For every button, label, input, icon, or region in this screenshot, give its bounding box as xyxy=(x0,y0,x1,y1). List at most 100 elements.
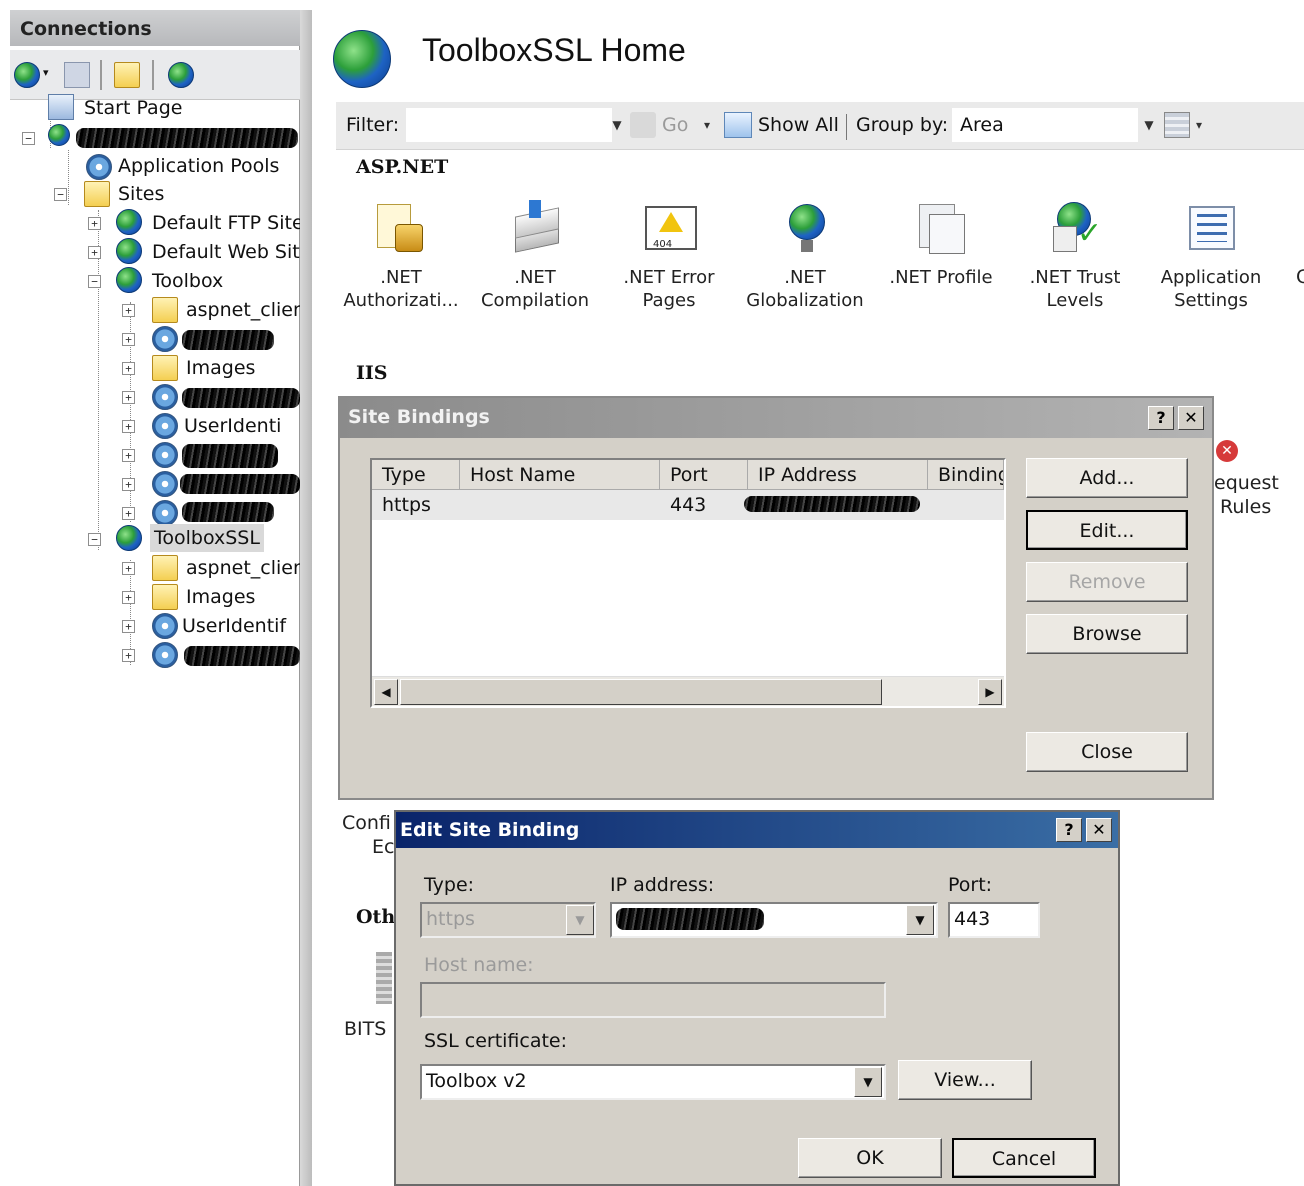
tree-toolboxssl[interactable]: ToolboxSSL xyxy=(150,524,264,552)
browse-button[interactable]: Browse xyxy=(1026,614,1188,654)
save-icon[interactable] xyxy=(64,62,90,88)
bits-label[interactable]: BITS xyxy=(344,1018,386,1040)
collapse-icon[interactable]: − xyxy=(88,533,101,546)
tree-toolbox[interactable]: Toolbox xyxy=(152,267,223,295)
ssl-dropdown-icon[interactable]: ▼ xyxy=(854,1067,882,1097)
view-certificate-button[interactable]: View... xyxy=(898,1060,1032,1100)
feature-label: Compilation xyxy=(480,290,590,311)
tree-application-pools[interactable]: Application Pools xyxy=(118,152,279,180)
up-folder-icon[interactable] xyxy=(114,62,140,88)
expand-icon[interactable]: + xyxy=(88,217,101,230)
help-button[interactable]: ? xyxy=(1148,406,1174,430)
group-by-select[interactable]: Area xyxy=(952,108,1138,142)
tree-start-page[interactable]: Start Page xyxy=(84,94,182,122)
feature-request-label[interactable]: equest xyxy=(1214,472,1279,494)
view-dropdown-icon[interactable]: ▾ xyxy=(1192,108,1206,142)
expand-icon[interactable]: + xyxy=(122,591,135,604)
scroll-left-arrow-icon[interactable]: ◀ xyxy=(374,679,398,705)
tree-default-web-site[interactable]: Default Web Site xyxy=(152,238,300,266)
show-all-button[interactable]: Show All xyxy=(758,114,839,136)
port-input[interactable]: 443 xyxy=(948,902,1040,938)
bindings-list[interactable]: Type Host Name Port IP Address Binding h… xyxy=(370,458,1006,708)
feature-net-authorization[interactable]: .NET Authorizati... xyxy=(336,200,466,312)
feature-net-profile[interactable]: .NET Profile xyxy=(876,200,1006,289)
toolbar-separator xyxy=(100,60,102,90)
expand-icon[interactable]: + xyxy=(88,246,101,259)
horizontal-scrollbar[interactable]: ◀ ▶ xyxy=(372,676,1004,706)
close-button[interactable]: Close xyxy=(1026,732,1188,772)
scrollbar-thumb[interactable] xyxy=(400,679,882,705)
scroll-right-arrow-icon[interactable]: ▶ xyxy=(978,679,1002,705)
redacted-app-name[interactable] xyxy=(182,388,300,408)
pane-splitter[interactable] xyxy=(300,10,312,1186)
connect-globe-icon[interactable] xyxy=(14,62,40,88)
cancel-button[interactable]: Cancel xyxy=(952,1138,1096,1178)
column-port[interactable]: Port xyxy=(660,460,748,490)
feature-net-compilation[interactable]: .NET Compilation xyxy=(470,200,600,312)
ip-address-dropdown-icon[interactable]: ▼ xyxy=(906,905,934,935)
go-dropdown-icon[interactable]: ▾ xyxy=(700,108,714,142)
tree-toolboxssl-images[interactable]: Images xyxy=(186,583,255,611)
feature-net-error-pages[interactable]: 404 .NET Error Pages xyxy=(604,200,734,312)
expand-icon[interactable]: + xyxy=(122,362,135,375)
redacted-app-name[interactable] xyxy=(180,474,300,494)
expand-icon[interactable]: + xyxy=(122,478,135,491)
ip-address-select[interactable] xyxy=(610,902,938,938)
collapse-icon[interactable]: − xyxy=(88,275,101,288)
tree-toolbox-aspnet-client[interactable]: aspnet_client xyxy=(186,296,300,324)
tree-toolboxssl-useridentif[interactable]: UserIdentif xyxy=(182,612,286,640)
view-mode-icon[interactable] xyxy=(1164,112,1190,138)
close-x-button[interactable]: ✕ xyxy=(1178,406,1204,430)
disconnect-icon[interactable] xyxy=(168,62,194,88)
redacted-app-name[interactable] xyxy=(184,646,300,666)
feature-label: Authorizati... xyxy=(343,290,459,311)
dropdown-arrow-icon[interactable]: ▾ xyxy=(43,66,49,79)
feature-net-globalization[interactable]: .NET Globalization xyxy=(740,200,870,312)
expand-icon[interactable]: + xyxy=(122,562,135,575)
expand-icon[interactable]: + xyxy=(122,304,135,317)
tree-toolbox-useridenti[interactable]: UserIdenti xyxy=(184,412,281,440)
feature-label: .NET Trust xyxy=(1029,267,1121,288)
type-dropdown-icon[interactable]: ▼ xyxy=(566,905,594,935)
tree-toolboxssl-aspnet-client[interactable]: aspnet_client xyxy=(186,554,300,582)
ok-button[interactable]: OK xyxy=(798,1138,942,1178)
collapse-icon[interactable]: − xyxy=(54,188,67,201)
expand-icon[interactable]: + xyxy=(122,620,135,633)
tree-toolbox-images[interactable]: Images xyxy=(186,354,255,382)
tree-default-ftp-site[interactable]: Default FTP Site xyxy=(152,209,304,237)
expand-icon[interactable]: + xyxy=(122,333,135,346)
feature-net-trust-levels[interactable]: ✓ .NET Trust Levels xyxy=(1010,200,1140,312)
config-editor-label[interactable]: Confi xyxy=(342,812,391,834)
filter-dropdown-icon[interactable]: ▼ xyxy=(610,108,624,142)
filter-input[interactable] xyxy=(406,108,612,142)
expand-icon[interactable]: + xyxy=(122,507,135,520)
show-all-icon[interactable] xyxy=(724,112,752,138)
redacted-app-name[interactable] xyxy=(182,502,274,522)
redacted-app-name[interactable] xyxy=(182,444,278,468)
column-binding[interactable]: Binding xyxy=(928,460,1004,490)
tree-sites[interactable]: Sites xyxy=(118,180,164,208)
expand-icon[interactable]: + xyxy=(122,649,135,662)
redacted-app-name[interactable] xyxy=(182,330,274,350)
go-button[interactable]: Go xyxy=(662,114,688,136)
column-type[interactable]: Type xyxy=(372,460,460,490)
edit-button[interactable]: Edit... xyxy=(1026,510,1188,550)
binoculars-icon[interactable] xyxy=(630,112,656,138)
help-button[interactable]: ? xyxy=(1056,818,1082,842)
ssl-certificate-select[interactable]: Toolbox v2 xyxy=(420,1064,886,1100)
remove-button[interactable]: Remove xyxy=(1026,562,1188,602)
collapse-icon[interactable]: − xyxy=(22,132,35,145)
host-name-input[interactable] xyxy=(420,982,886,1018)
group-by-dropdown-icon[interactable]: ▼ xyxy=(1142,108,1156,142)
add-button[interactable]: Add... xyxy=(1026,458,1188,498)
column-ip-address[interactable]: IP Address xyxy=(748,460,928,490)
feature-application-settings[interactable]: Application Settings xyxy=(1146,200,1276,312)
redacted-server-name[interactable] xyxy=(76,128,298,148)
column-host-name[interactable]: Host Name xyxy=(460,460,660,490)
expand-icon[interactable]: + xyxy=(122,449,135,462)
config-editor-label-2[interactable]: Ec xyxy=(372,836,394,858)
expand-icon[interactable]: + xyxy=(122,420,135,433)
close-x-button[interactable]: ✕ xyxy=(1086,818,1112,842)
expand-icon[interactable]: + xyxy=(122,391,135,404)
feature-rules-label[interactable]: Rules xyxy=(1220,496,1271,518)
